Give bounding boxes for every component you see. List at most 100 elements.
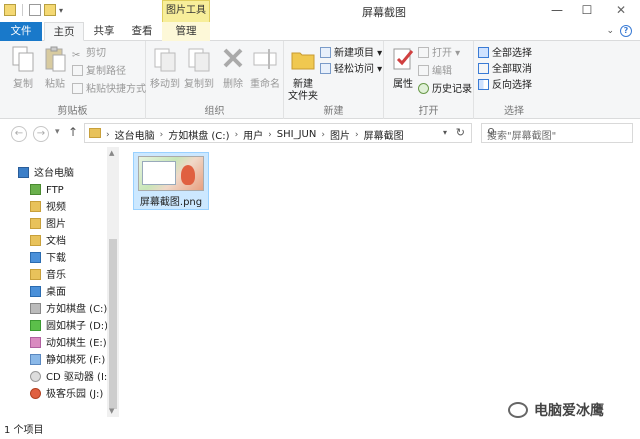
network-drive-icon (30, 184, 41, 195)
nav-item-documents[interactable]: 文档 (0, 233, 107, 250)
close-button[interactable]: ✕ (602, 0, 640, 20)
search-box[interactable]: 搜索"屏幕截图" ⚲ (481, 123, 633, 143)
paste-shortcut-button[interactable]: 粘贴快捷方式 (72, 83, 146, 97)
new-item-icon (320, 47, 331, 58)
nav-item-videos[interactable]: 视频 (0, 199, 107, 216)
nav-item-drive-d[interactable]: 圆如棋子 (D:) (0, 318, 107, 335)
nav-item-drive-j[interactable]: 极客乐园 (J:) (0, 386, 107, 403)
properties-icon (393, 48, 414, 70)
folder-icon (89, 128, 101, 138)
tab-view[interactable]: 查看 (124, 22, 160, 41)
tab-manage[interactable]: 管理 (162, 22, 210, 41)
open-icon (418, 47, 429, 58)
cut-button[interactable]: ✂ 剪切 (72, 47, 106, 61)
scroll-up-icon[interactable]: ▲ (109, 149, 114, 157)
copy-path-icon (72, 65, 83, 76)
group-organize: 移动到 复制到 删除 重命名 组织 (146, 41, 284, 119)
drive-icon (30, 388, 41, 399)
minimize-button[interactable]: — (542, 0, 572, 20)
address-row: ← → ▾ ↑ › 这台电脑 › 方如棋盘 (C:) › 用户 › SHI_JU… (0, 119, 640, 147)
folder-icon[interactable] (4, 4, 16, 16)
group-label-select: 选择 (504, 106, 524, 117)
crumb-pictures[interactable]: 图片 (326, 127, 354, 142)
pictures-folder-icon (30, 218, 41, 229)
delete-icon (223, 48, 243, 68)
nav-item-desktop[interactable]: 桌面 (0, 284, 107, 301)
select-all-icon (478, 47, 489, 58)
crumb-screenshots[interactable]: 屏幕截图 (360, 127, 408, 142)
group-label-new: 新建 (323, 106, 344, 117)
copy-path-button[interactable]: 复制路径 (72, 65, 126, 79)
select-none-button[interactable]: 全部取消 (478, 63, 532, 77)
tab-share[interactable]: 共享 (86, 22, 122, 41)
new-folder-button[interactable]: 新建 文件夹 (286, 45, 320, 103)
easy-access-button[interactable]: 轻松访问 ▾ (320, 63, 382, 77)
drive-icon (30, 337, 41, 348)
select-none-icon (478, 63, 489, 74)
history-icon (418, 83, 429, 94)
watermark: 电脑爱冰鹰 (508, 400, 604, 420)
nav-item-downloads[interactable]: 下载 (0, 250, 107, 267)
tab-file[interactable]: 文件 (0, 22, 42, 41)
open-button[interactable]: 打开 ▾ (418, 47, 460, 61)
nav-scrollbar[interactable]: ▲ ▼ (107, 147, 119, 417)
file-view: 屏幕截图.png (120, 147, 640, 417)
rename-button[interactable]: 重命名 (248, 45, 282, 91)
file-item[interactable]: 屏幕截图.png (133, 152, 209, 210)
chevron-down-icon[interactable]: ⌄ (606, 26, 614, 36)
properties-button[interactable]: 属性 (386, 45, 420, 91)
group-label-clipboard: 剪贴板 (57, 106, 88, 117)
up-button[interactable]: ↑ (68, 125, 78, 139)
scroll-down-icon[interactable]: ▼ (109, 407, 114, 415)
address-dropdown-icon[interactable]: ▾ (443, 128, 447, 137)
nav-scrollbar-thumb[interactable] (109, 239, 117, 409)
nav-item-drive-c[interactable]: 方如棋盘 (C:) (0, 301, 107, 318)
customize-toolbar-icon[interactable]: ▾ (59, 6, 63, 15)
crumb-user[interactable]: SHI_JUN (273, 129, 321, 140)
move-to-button[interactable]: 移动到 (148, 45, 182, 91)
forward-button[interactable]: → (33, 126, 49, 142)
crumb-drive-c[interactable]: 方如棋盘 (C:) (164, 127, 233, 142)
nav-item-cd-drive[interactable]: CD 驱动器 (I:) 我 (0, 369, 107, 386)
nav-item-pictures[interactable]: 图片 (0, 216, 107, 233)
search-icon: ⚲ (487, 126, 496, 139)
title-bar: ▾ 图片工具 屏幕截图 — ☐ ✕ (0, 0, 640, 22)
wechat-icon (508, 402, 528, 418)
copy-to-button[interactable]: 复制到 (182, 45, 216, 91)
crumb-this-pc[interactable]: 这台电脑 (111, 127, 159, 142)
properties-icon[interactable] (29, 4, 41, 16)
refresh-icon[interactable]: ↻ (456, 126, 465, 139)
crumb-users[interactable]: 用户 (239, 127, 267, 142)
nav-item-ftp[interactable]: FTP (0, 182, 107, 199)
help-icon[interactable]: ? (620, 25, 632, 37)
new-item-button[interactable]: 新建项目 ▾ (320, 47, 382, 61)
nav-item-drive-f[interactable]: 静如棋死 (F:) (0, 352, 107, 369)
edit-button[interactable]: 编辑 (418, 65, 452, 79)
copy-button[interactable]: 复制 (6, 45, 40, 91)
delete-button[interactable]: 删除 (216, 45, 250, 91)
image-thumbnail (138, 156, 204, 191)
recent-locations-chevron-icon[interactable]: ▾ (55, 127, 60, 137)
history-button[interactable]: 历史记录 (418, 83, 472, 97)
file-name: 屏幕截图.png (139, 197, 203, 208)
new-folder-icon[interactable] (44, 4, 56, 16)
address-bar[interactable]: › 这台电脑 › 方如棋盘 (C:) › 用户 › SHI_JUN › 图片 ›… (84, 123, 472, 143)
group-clipboard: 复制 粘贴 ✂ 剪切 复制路径 粘贴快捷方式 剪贴板 (0, 41, 146, 119)
group-label-open: 打开 (418, 106, 439, 117)
nav-item-drive-e[interactable]: 动如棋生 (E:) (0, 335, 107, 352)
group-new: 新建 文件夹 新建项目 ▾ 轻松访问 ▾ 新建 (284, 41, 384, 119)
maximize-button[interactable]: ☐ (572, 0, 602, 20)
copy-to-icon (188, 48, 210, 72)
drive-icon (30, 320, 41, 331)
tab-home[interactable]: 主页 (44, 22, 84, 41)
videos-folder-icon (30, 201, 41, 212)
back-button[interactable]: ← (11, 126, 27, 142)
nav-item-music[interactable]: 音乐 (0, 267, 107, 284)
paste-button[interactable]: 粘贴 (38, 45, 72, 91)
invert-selection-button[interactable]: 反向选择 (478, 79, 532, 93)
breadcrumb: › 这台电脑 › 方如棋盘 (C:) › 用户 › SHI_JUN › 图片 ›… (105, 127, 408, 142)
nav-item-this-pc[interactable]: 这台电脑 (0, 165, 107, 182)
folder-icon (291, 52, 315, 70)
select-all-button[interactable]: 全部选择 (478, 47, 532, 61)
documents-folder-icon (30, 235, 41, 246)
